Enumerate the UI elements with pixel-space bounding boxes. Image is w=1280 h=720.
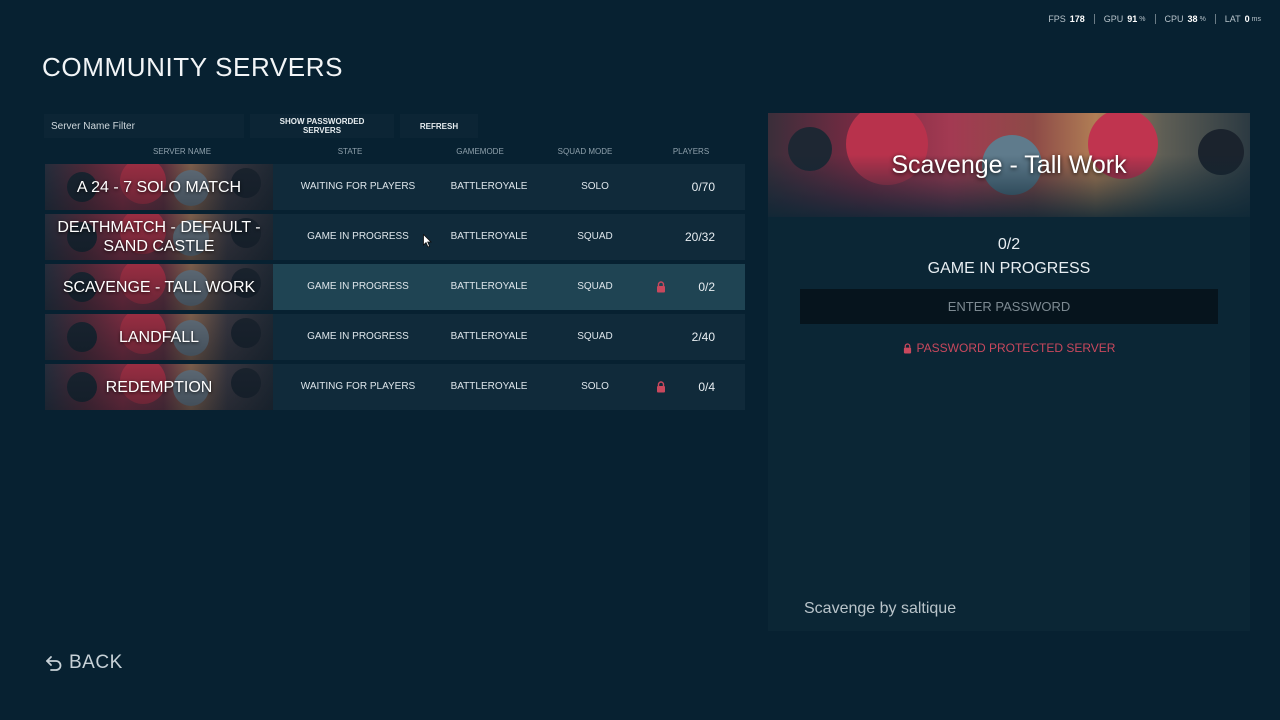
detail-player-count: 0/2 <box>997 236 1021 253</box>
server-row-selected[interactable]: SCAVENGE - TALL WORK GAME IN PROGRESS BA… <box>45 264 745 310</box>
page-title: COMMUNITY SERVERS <box>42 52 344 82</box>
back-button[interactable]: BACK <box>45 652 123 674</box>
cpu-stat: CPU 38 % <box>1154 14 1215 24</box>
detail-server-title: Scavenge - Tall Work <box>891 151 1127 179</box>
password-input[interactable] <box>800 289 1218 324</box>
server-name: REDEMPTION <box>105 378 213 396</box>
lock-icon <box>657 381 665 393</box>
mouse-cursor-icon <box>423 234 432 248</box>
performance-overlay: FPS 178 GPU 91 % CPU 38 % LAT 0 ms <box>1039 12 1270 26</box>
server-state: WAITING FOR PLAYERS <box>300 381 416 392</box>
lat-unit: ms <box>1251 15 1261 23</box>
back-label: BACK <box>69 652 123 673</box>
server-state: GAME IN PROGRESS <box>307 231 409 242</box>
server-players: 0/70 <box>691 180 715 194</box>
fps-label: FPS <box>1048 14 1066 24</box>
server-name-filter-input[interactable] <box>44 114 244 138</box>
server-toolbar: SHOW PASSWORDED SERVERS REFRESH <box>44 114 478 138</box>
server-gamemode: BATTLEROYALE <box>450 181 528 192</box>
server-state: GAME IN PROGRESS <box>307 331 409 342</box>
cpu-value: 38 <box>1187 14 1198 24</box>
gpu-unit: % <box>1139 15 1146 23</box>
lock-icon <box>903 342 911 353</box>
gpu-stat: GPU 91 % <box>1093 14 1155 24</box>
server-players: 0/4 <box>698 380 715 394</box>
server-name: SCAVENGE - TALL WORK <box>62 278 256 296</box>
server-squad-mode: SQUAD <box>577 331 613 342</box>
server-state: GAME IN PROGRESS <box>307 281 409 292</box>
column-header-players[interactable]: PLAYERS <box>673 147 709 156</box>
detail-game-state: GAME IN PROGRESS <box>927 260 1091 277</box>
server-list: A 24 - 7 SOLO MATCH WAITING FOR PLAYERS … <box>45 164 745 414</box>
latency-stat: LAT 0 ms <box>1214 14 1270 24</box>
server-row[interactable]: A 24 - 7 SOLO MATCH WAITING FOR PLAYERS … <box>45 164 745 210</box>
server-players: 2/40 <box>691 330 715 344</box>
server-name: LANDFALL <box>118 328 200 346</box>
show-passworded-servers-button[interactable]: SHOW PASSWORDED SERVERS <box>250 114 394 138</box>
refresh-button[interactable]: REFRESH <box>400 114 478 138</box>
cpu-unit: % <box>1199 15 1206 23</box>
lat-value: 0 <box>1244 14 1250 24</box>
server-gamemode: BATTLEROYALE <box>450 281 528 292</box>
password-protected-notice: PASSWORD PROTECTED SERVER <box>768 341 1250 355</box>
server-name: A 24 - 7 SOLO MATCH <box>76 178 242 196</box>
server-name: DEATHMATCH - DEFAULT - SAND CASTLE <box>57 219 261 255</box>
server-players: 20/32 <box>684 230 715 244</box>
gpu-value: 91 <box>1127 14 1138 24</box>
server-squad-mode: SOLO <box>581 181 609 192</box>
server-author: Scavenge by saltique <box>804 600 957 617</box>
server-gamemode: BATTLEROYALE <box>450 381 528 392</box>
column-header-squad-mode[interactable]: SQUAD MODE <box>558 147 613 156</box>
server-gamemode: BATTLEROYALE <box>450 231 528 242</box>
fps-stat: FPS 178 <box>1039 14 1094 24</box>
server-row[interactable]: REDEMPTION WAITING FOR PLAYERS BATTLEROY… <box>45 364 745 410</box>
column-header-state[interactable]: STATE <box>338 147 363 156</box>
column-header-gamemode[interactable]: GAMEMODE <box>456 147 504 156</box>
server-squad-mode: SQUAD <box>577 281 613 292</box>
server-players: 0/2 <box>698 280 715 294</box>
server-detail-panel: Scavenge - Tall Work 0/2 GAME IN PROGRES… <box>768 113 1250 631</box>
server-row[interactable]: LANDFALL GAME IN PROGRESS BATTLEROYALE S… <box>45 314 745 360</box>
fps-value: 178 <box>1069 14 1085 24</box>
gpu-label: GPU <box>1103 14 1124 24</box>
server-row[interactable]: DEATHMATCH - DEFAULT - SAND CASTLE GAME … <box>45 214 745 260</box>
server-banner-image: Scavenge - Tall Work <box>768 113 1250 217</box>
lat-label: LAT <box>1224 14 1241 24</box>
cpu-label: CPU <box>1164 14 1184 24</box>
password-protected-label: PASSWORD PROTECTED SERVER <box>916 341 1116 355</box>
back-arrow-icon <box>46 656 62 671</box>
server-list-header: SERVER NAME STATE GAMEMODE SQUAD MODE PL… <box>45 147 745 159</box>
column-header-server-name[interactable]: SERVER NAME <box>153 147 211 156</box>
server-gamemode: BATTLEROYALE <box>450 331 528 342</box>
server-state: WAITING FOR PLAYERS <box>300 181 416 192</box>
server-squad-mode: SOLO <box>581 381 609 392</box>
lock-icon <box>657 281 665 293</box>
server-squad-mode: SQUAD <box>577 231 613 242</box>
